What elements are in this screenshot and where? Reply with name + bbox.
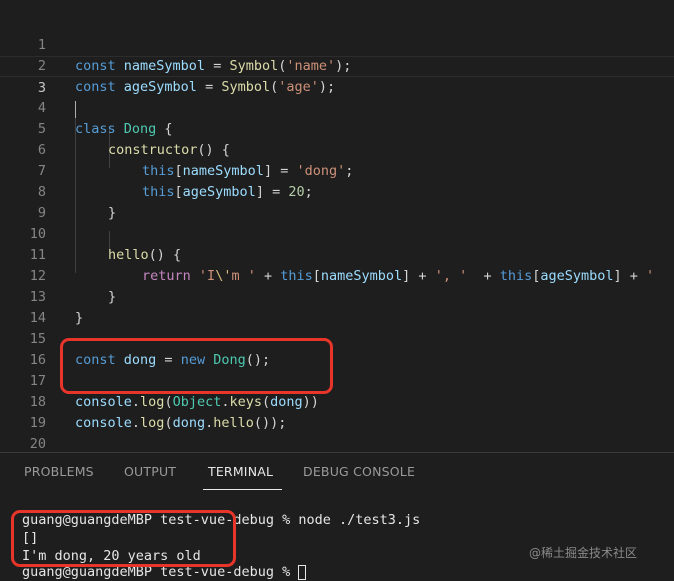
code-line: 7 this[ageSymbol] = 20;	[0, 140, 674, 200]
tab-output[interactable]: OUTPUT	[124, 464, 176, 479]
code-line: 20	[0, 413, 674, 452]
tab-debug-console[interactable]: DEBUG CONSOLE	[303, 464, 415, 479]
panel-tabs: PROBLEMS OUTPUT TERMINAL DEBUG CONSOLE	[0, 453, 674, 491]
code-line: 11 return 'I\'m ' + this[nameSymbol] + '…	[0, 224, 674, 284]
tab-terminal[interactable]: TERMINAL	[208, 464, 273, 479]
code-line: 19	[0, 392, 674, 431]
code-line: 1 const nameSymbol = Symbol('name');	[0, 14, 674, 74]
code-line: 15 const dong = new Dong();	[0, 308, 674, 368]
terminal-highlight-box	[11, 510, 236, 567]
terminal-cursor	[298, 564, 307, 580]
code-line-current: 3	[0, 56, 674, 118]
code-line: 4 class Dong {	[0, 77, 674, 137]
code-line: 8 }	[0, 161, 674, 221]
code-line: 10 hello() {	[0, 203, 674, 263]
code-line: 21	[0, 434, 674, 452]
code-line: 13 }	[0, 266, 674, 326]
tab-problems[interactable]: PROBLEMS	[24, 464, 94, 479]
code-line: 6 this[nameSymbol] = 'dong';	[0, 119, 674, 179]
watermark: @稀土掘金技术社区	[529, 546, 638, 560]
code-highlight-box	[60, 338, 333, 394]
code-line: 2 const ageSymbol = Symbol('age');	[0, 35, 674, 95]
code-line: 12 }	[0, 245, 674, 305]
code-line: 5 constructor() {	[0, 98, 674, 158]
code-editor[interactable]: 1 const nameSymbol = Symbol('name'); 2 c…	[0, 0, 674, 452]
code-line: 14	[0, 287, 674, 326]
active-tab-indicator	[203, 489, 282, 490]
code-line: 9	[0, 182, 674, 221]
